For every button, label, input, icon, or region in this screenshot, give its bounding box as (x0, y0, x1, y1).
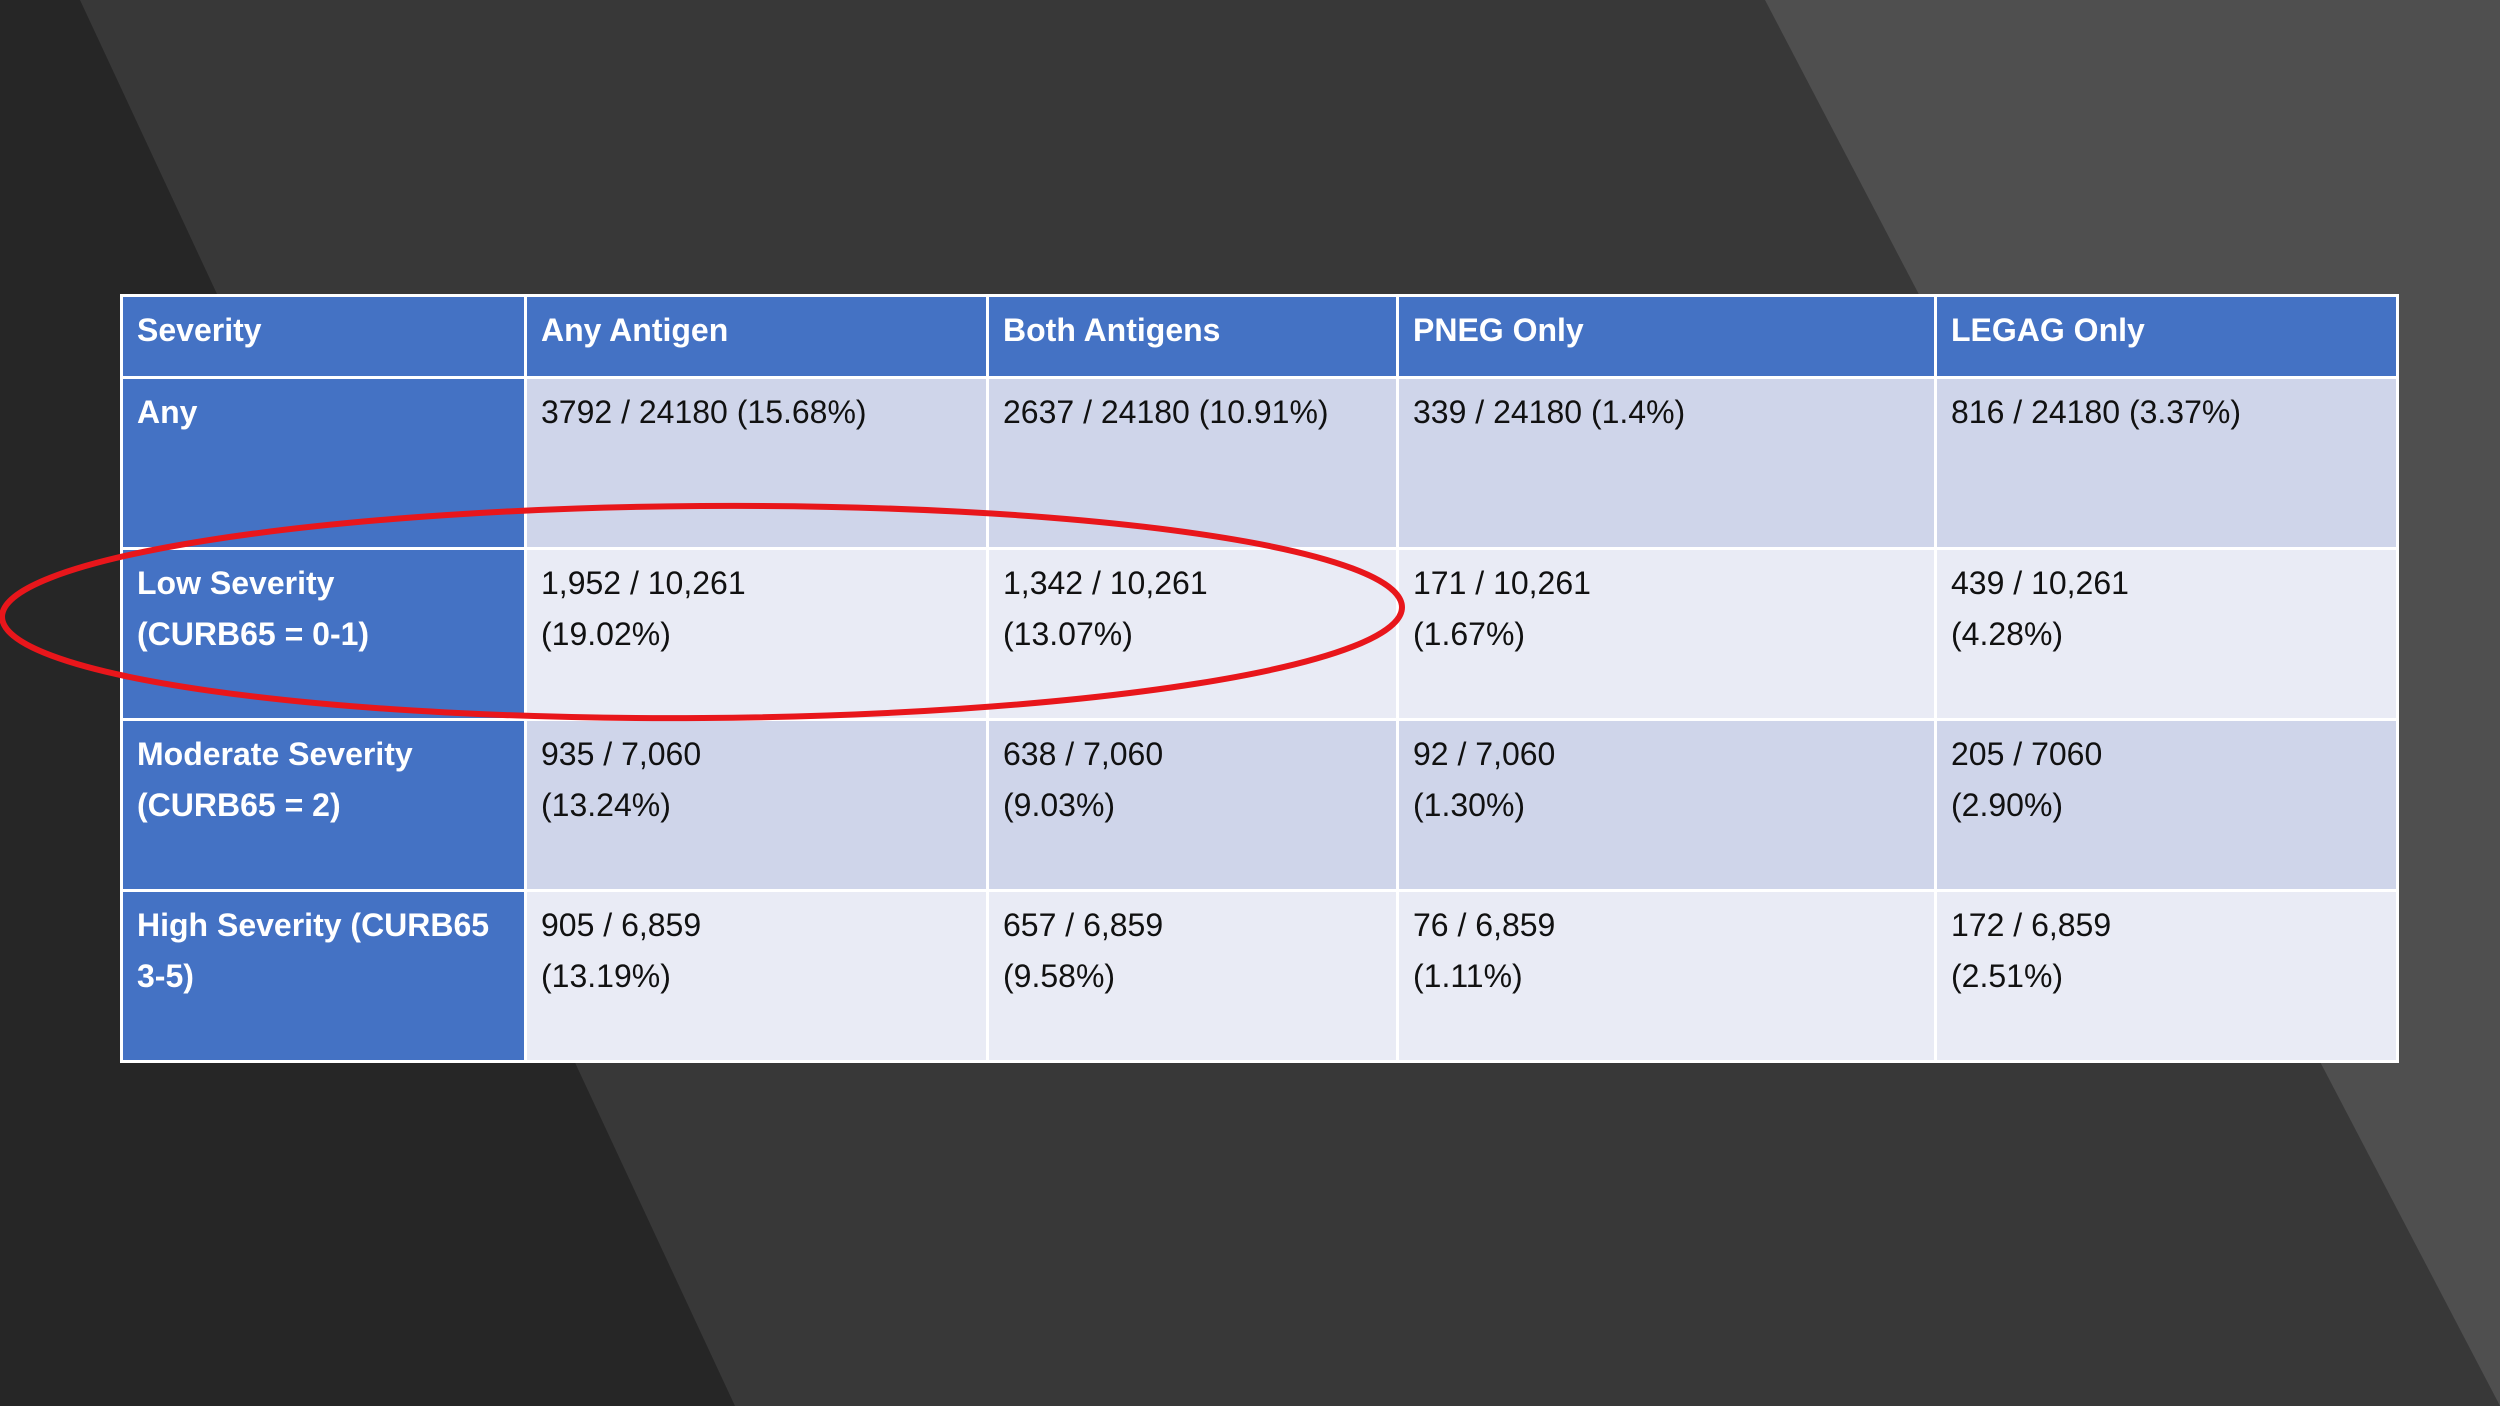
table-row: Low Severity (CURB65 = 0-1) 1,952 / 10,2… (120, 547, 2399, 721)
table-row: High Severity (CURB65 3-5) 905 / 6,859 (… (120, 889, 2399, 1063)
table-cell: 172 / 6,859 (2.51%) (1934, 889, 2399, 1063)
header-cell-severity: Severity (120, 294, 527, 379)
table-cell: 816 / 24180 (3.37%) (1934, 376, 2399, 550)
header-cell-legag-only: LEGAG Only (1934, 294, 2399, 379)
header-cell-any-antigen: Any Antigen (524, 294, 989, 379)
table-cell: 935 / 7,060 (13.24%) (524, 718, 989, 892)
table-cell: 3792 / 24180 (15.68%) (524, 376, 989, 550)
table-cell: 657 / 6,859 (9.58%) (986, 889, 1399, 1063)
row-label: Moderate Severity (CURB65 = 2) (120, 718, 527, 892)
row-label: High Severity (CURB65 3-5) (120, 889, 527, 1063)
row-label: Any (120, 376, 527, 550)
antigen-severity-table: Severity Any Antigen Both Antigens PNEG … (120, 294, 2399, 1063)
table-cell: 905 / 6,859 (13.19%) (524, 889, 989, 1063)
header-cell-both-antigens: Both Antigens (986, 294, 1399, 379)
table-cell: 171 / 10,261 (1.67%) (1396, 547, 1937, 721)
table-cell: 2637 / 24180 (10.91%) (986, 376, 1399, 550)
table-cell: 1,342 / 10,261 (13.07%) (986, 547, 1399, 721)
table-cell: 638 / 7,060 (9.03%) (986, 718, 1399, 892)
table-cell: 339 / 24180 (1.4%) (1396, 376, 1937, 550)
table-cell: 76 / 6,859 (1.11%) (1396, 889, 1937, 1063)
slide: Severity Any Antigen Both Antigens PNEG … (0, 0, 2500, 1406)
table-header-row: Severity Any Antigen Both Antigens PNEG … (120, 294, 2399, 379)
table-row: Moderate Severity (CURB65 = 2) 935 / 7,0… (120, 718, 2399, 892)
table-row: Any 3792 / 24180 (15.68%) 2637 / 24180 (… (120, 376, 2399, 550)
table-cell: 439 / 10,261 (4.28%) (1934, 547, 2399, 721)
header-cell-pneg-only: PNEG Only (1396, 294, 1937, 379)
row-label: Low Severity (CURB65 = 0-1) (120, 547, 527, 721)
table-cell: 92 / 7,060 (1.30%) (1396, 718, 1937, 892)
table-cell: 1,952 / 10,261 (19.02%) (524, 547, 989, 721)
table-cell: 205 / 7060 (2.90%) (1934, 718, 2399, 892)
